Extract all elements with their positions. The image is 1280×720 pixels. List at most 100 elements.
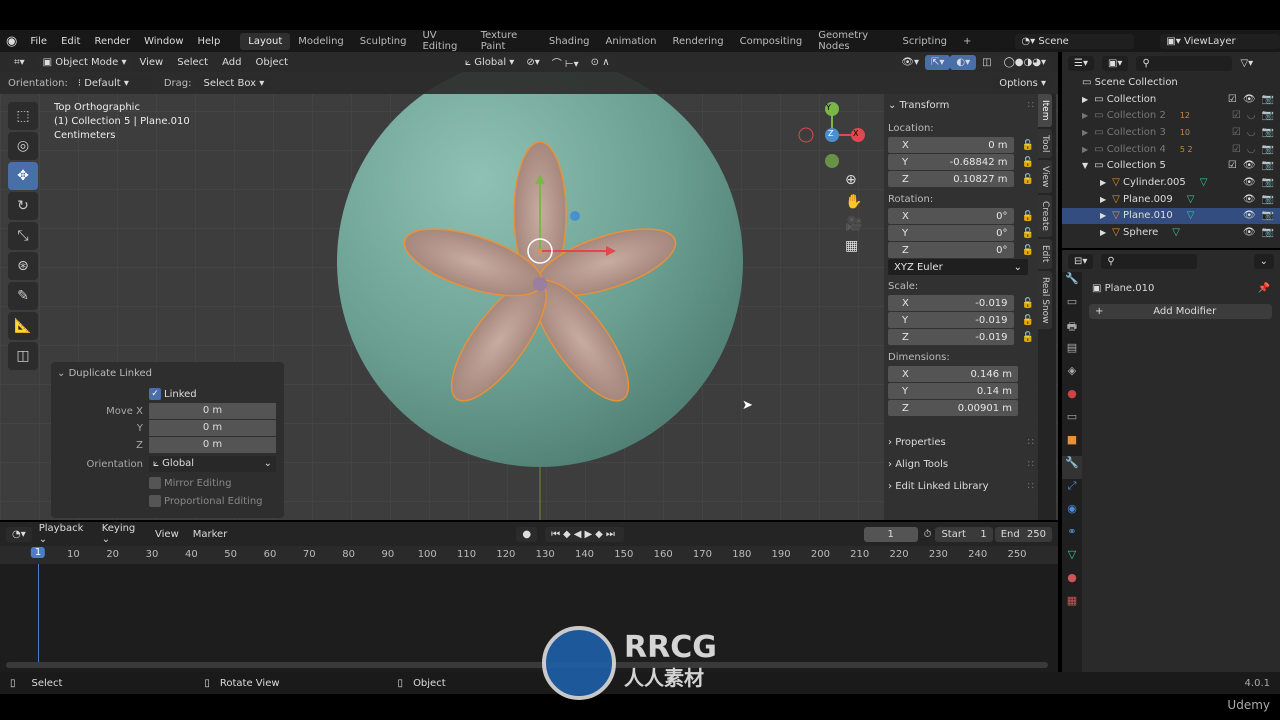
- render-camera-icon[interactable]: 📷: [1262, 177, 1274, 188]
- tab-rendering[interactable]: Rendering: [665, 33, 732, 50]
- menu-edit[interactable]: Edit: [54, 36, 87, 47]
- keying-menu[interactable]: Keying ⌄: [95, 523, 148, 545]
- timeline-view-menu[interactable]: View: [148, 529, 186, 540]
- tab-real-snow[interactable]: Real Snow: [1038, 270, 1052, 330]
- drag-handle-icon[interactable]: ∷: [1028, 481, 1034, 492]
- eye-icon[interactable]: 👁: [1243, 160, 1256, 171]
- tab-view[interactable]: View: [1038, 159, 1052, 194]
- expand-arrow-icon[interactable]: ▶: [1082, 128, 1088, 137]
- render-camera-icon[interactable]: 📷: [1262, 127, 1274, 138]
- outliner-row[interactable]: ▶ ▭ Collection 4 5 2 ☑ ◡ 📷: [1062, 141, 1280, 158]
- outliner-row[interactable]: ▼ ▭ Collection 5 ☑ 👁 📷: [1062, 157, 1280, 174]
- drag-dropdown[interactable]: Select Box ▾: [197, 75, 271, 91]
- menu-view[interactable]: View: [133, 57, 171, 68]
- pin-icon[interactable]: 📌: [1258, 283, 1270, 294]
- blender-logo-icon[interactable]: ◉: [0, 34, 23, 49]
- expand-arrow-icon[interactable]: ▶: [1082, 145, 1088, 154]
- add-modifier-button[interactable]: + Add Modifier: [1089, 304, 1272, 319]
- proportional-editing-checkbox[interactable]: [149, 495, 161, 507]
- options-button[interactable]: Options ▾: [993, 75, 1052, 91]
- drag-handle-icon[interactable]: ∷: [1028, 100, 1034, 111]
- timeline-scrollbar[interactable]: [6, 662, 1048, 668]
- tab-modeling[interactable]: Modeling: [290, 33, 352, 50]
- location-z-field[interactable]: Z 0.10827 m: [888, 171, 1014, 187]
- playhead-line[interactable]: [38, 564, 39, 664]
- transform-tool-icon[interactable]: ⊛: [8, 252, 38, 280]
- lock-icon[interactable]: 🔓: [1022, 245, 1034, 256]
- editor-type-clock-icon[interactable]: ◔▾: [6, 526, 32, 542]
- scale-x-field[interactable]: X -0.019: [888, 295, 1014, 311]
- filter-layer-icon[interactable]: ▣▾: [1101, 55, 1129, 71]
- gizmo-y-label[interactable]: Y: [826, 103, 831, 112]
- outliner-row[interactable]: ▶ ▭ Collection 3 10 ☑ ◡ 📷: [1062, 124, 1280, 141]
- visibility-icon[interactable]: 👁▾: [895, 54, 925, 70]
- render-camera-icon[interactable]: 📷: [1262, 227, 1274, 238]
- lock-icon[interactable]: 🔓: [1022, 298, 1034, 309]
- modifier-tab-icon[interactable]: 🔧: [1062, 456, 1082, 479]
- exclude-checkbox[interactable]: ☑: [1232, 144, 1241, 155]
- camera-icon[interactable]: 🎥: [845, 216, 862, 232]
- hidden-eye-icon[interactable]: ◡: [1247, 144, 1256, 155]
- drag-handle-icon[interactable]: ∷: [1028, 437, 1034, 448]
- particles-tab-icon[interactable]: ⤢: [1062, 479, 1082, 502]
- exclude-checkbox[interactable]: ☑: [1228, 160, 1237, 171]
- expand-arrow-icon[interactable]: ▶: [1100, 195, 1106, 204]
- constraints-tab-icon[interactable]: ⚭: [1062, 525, 1082, 548]
- rotate-tool-icon[interactable]: ↻: [8, 192, 38, 220]
- pan-hand-icon[interactable]: ✋: [845, 194, 862, 210]
- proportional-edit-icon[interactable]: ⊙ ∧: [584, 54, 616, 70]
- menu-render[interactable]: Render: [87, 36, 137, 47]
- scale-z-field[interactable]: Z -0.019: [888, 329, 1014, 345]
- outliner-row[interactable]: ▶ ▭ Collection ☑ 👁 📷: [1062, 91, 1280, 108]
- material-tab-icon[interactable]: ●: [1062, 571, 1082, 594]
- section-properties[interactable]: › Properties ∷: [888, 431, 1034, 453]
- location-x-field[interactable]: X 0 m: [888, 137, 1014, 153]
- tab-sculpting[interactable]: Sculpting: [352, 33, 415, 50]
- outliner-row[interactable]: ▶ ▭ Collection 2 12 ☑ ◡ 📷: [1062, 107, 1280, 124]
- tab-compositing[interactable]: Compositing: [732, 33, 811, 50]
- tab-layout[interactable]: Layout: [240, 32, 291, 50]
- view-layer-selector[interactable]: ▣▾ ViewLayer: [1160, 33, 1280, 49]
- render-camera-icon[interactable]: 📷: [1262, 94, 1274, 105]
- filter-icon[interactable]: ▽▾: [1240, 58, 1253, 69]
- frame-ruler[interactable]: 1 10 20 30 40 50 60 70 80 90 100 110 120 130 140 150 160…: [0, 546, 1058, 564]
- object-tab-icon[interactable]: ■: [1062, 433, 1082, 456]
- playback-menu[interactable]: Playback ⌄: [32, 523, 95, 545]
- exclude-checkbox[interactable]: ☑: [1232, 127, 1241, 138]
- texture-tab-icon[interactable]: ▦: [1062, 594, 1082, 617]
- tab-tool[interactable]: Tool: [1038, 128, 1052, 158]
- location-y-field[interactable]: Y -0.68842 m: [888, 154, 1014, 170]
- render-camera-icon[interactable]: 📷: [1262, 210, 1274, 221]
- tab-animation[interactable]: Animation: [598, 33, 665, 50]
- properties-search-input[interactable]: ⚲: [1101, 253, 1198, 269]
- xray-icon[interactable]: ◫: [976, 54, 998, 70]
- dimensions-z-field[interactable]: Z 0.00901 m: [888, 400, 1018, 416]
- overlay-toggle-icon[interactable]: ◐▾: [950, 54, 977, 70]
- lock-icon[interactable]: 🔓: [1022, 140, 1034, 151]
- drag-handle-icon[interactable]: ∷: [1028, 459, 1034, 470]
- current-frame-field[interactable]: 1: [863, 526, 918, 542]
- shading-modes-icon[interactable]: ◯●◑◕▾: [997, 54, 1052, 70]
- add-workspace-button[interactable]: +: [955, 33, 979, 50]
- grid-ortho-icon[interactable]: ▦: [845, 238, 862, 254]
- menu-window[interactable]: Window: [137, 36, 190, 47]
- cursor-tool-icon[interactable]: ◎: [8, 132, 38, 160]
- lock-icon[interactable]: 🔓: [1022, 315, 1034, 326]
- display-mode-icon[interactable]: ☰▾: [1068, 55, 1094, 71]
- expand-arrow-icon[interactable]: ▶: [1082, 111, 1088, 120]
- output-tab-icon[interactable]: 🖶: [1062, 318, 1082, 341]
- expand-arrow-icon[interactable]: ▼: [1082, 161, 1088, 170]
- scale-tool-icon[interactable]: ⤡: [8, 222, 38, 250]
- tab-item[interactable]: Item: [1038, 94, 1052, 127]
- rotation-mode-dropdown[interactable]: XYZ Euler ⌄: [888, 259, 1028, 275]
- tab-shading[interactable]: Shading: [541, 33, 598, 50]
- mirror-editing-checkbox[interactable]: [149, 477, 161, 489]
- render-camera-icon[interactable]: 📷: [1262, 144, 1274, 155]
- mode-selector[interactable]: ▣ Object Mode ▾: [36, 54, 133, 70]
- expand-arrow-icon[interactable]: ▶: [1100, 178, 1106, 187]
- annotate-tool-icon[interactable]: ✎: [8, 282, 38, 310]
- snap-icon[interactable]: ⌒ ⊢▾: [545, 52, 585, 72]
- redo-panel-header[interactable]: ⌄ Duplicate Linked: [57, 368, 278, 379]
- menu-file[interactable]: File: [23, 36, 54, 47]
- orientation-dropdown[interactable]: ⁝ Default ▾: [71, 75, 152, 91]
